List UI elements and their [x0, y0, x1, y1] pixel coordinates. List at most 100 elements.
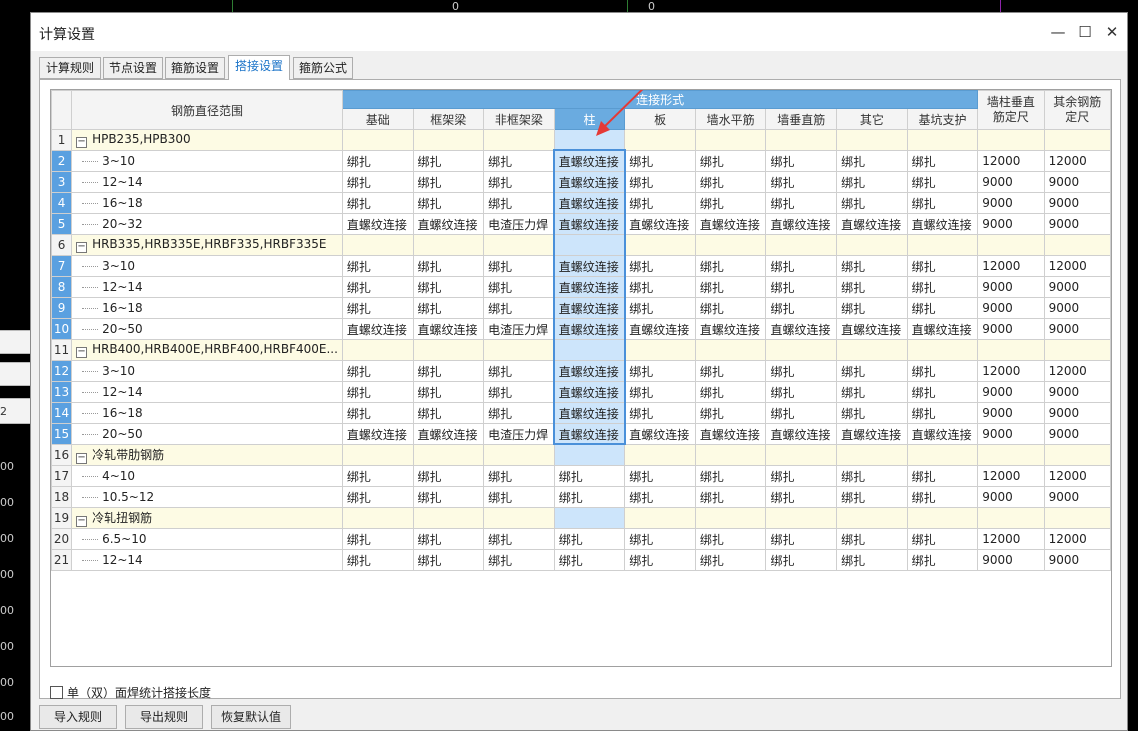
group-row[interactable]: 11− HRB400,HRB400E,HRBF400,HRBF400E...	[51, 339, 1111, 361]
connection-cell[interactable]: 绑扎	[412, 192, 485, 214]
connection-cell[interactable]	[906, 507, 979, 529]
connection-cell[interactable]	[412, 507, 485, 529]
header-column[interactable]: 柱	[553, 108, 626, 130]
connection-cell[interactable]: 9000	[1043, 318, 1111, 340]
connection-cell[interactable]: 直螺纹连接	[553, 192, 626, 214]
connection-cell[interactable]: 绑扎	[694, 192, 767, 214]
connection-cell[interactable]	[977, 129, 1045, 151]
header-column[interactable]: 墙水平筋	[694, 108, 767, 130]
connection-cell[interactable]: 直螺纹连接	[341, 318, 414, 340]
diameter-range-cell[interactable]: 3~10	[71, 255, 343, 277]
connection-cell[interactable]: 绑扎	[694, 528, 767, 550]
table-row[interactable]: 12 3~10 绑扎 绑扎 绑扎 直螺纹连接 绑扎 绑扎 绑扎 绑扎 绑扎 12000 12000	[51, 360, 1111, 382]
connection-cell[interactable]: 电渣压力焊	[483, 423, 555, 445]
connection-cell[interactable]: 绑扎	[906, 171, 979, 193]
connection-cell[interactable]: 直螺纹连接	[836, 318, 908, 340]
connection-cell[interactable]: 9000	[977, 192, 1045, 214]
close-button[interactable]: ✕	[1101, 21, 1123, 43]
connection-cell[interactable]	[341, 234, 414, 256]
connection-cell[interactable]: 绑扎	[624, 528, 696, 550]
row-number[interactable]: 10	[51, 318, 73, 340]
restore-defaults-button[interactable]: 恢复默认值	[211, 705, 291, 729]
connection-cell[interactable]	[694, 507, 767, 529]
group-row[interactable]: 1− HPB235,HPB300	[51, 129, 1111, 151]
connection-cell[interactable]: 直螺纹连接	[553, 318, 626, 340]
connection-cell[interactable]: 绑扎	[906, 150, 979, 172]
connection-cell[interactable]: 绑扎	[341, 465, 414, 487]
connection-cell[interactable]: 绑扎	[765, 465, 838, 487]
connection-cell[interactable]	[694, 339, 767, 361]
connection-cell[interactable]: 绑扎	[906, 255, 979, 277]
connection-cell[interactable]: 绑扎	[483, 297, 555, 319]
connection-cell[interactable]: 9000	[1043, 276, 1111, 298]
connection-cell[interactable]: 绑扎	[765, 486, 838, 508]
connection-cell[interactable]: 12000	[977, 360, 1045, 382]
connection-cell[interactable]: 绑扎	[341, 486, 414, 508]
connection-cell[interactable]	[1043, 444, 1111, 466]
connection-cell[interactable]: 绑扎	[483, 465, 555, 487]
connection-cell[interactable]: 绑扎	[341, 360, 414, 382]
connection-cell[interactable]	[765, 234, 838, 256]
connection-cell[interactable]	[341, 444, 414, 466]
connection-cell[interactable]	[483, 339, 555, 361]
row-number[interactable]: 9	[51, 297, 73, 319]
connection-cell[interactable]	[553, 339, 626, 361]
connection-cell[interactable]: 绑扎	[906, 528, 979, 550]
connection-cell[interactable]: 绑扎	[765, 402, 838, 424]
connection-cell[interactable]: 直螺纹连接	[624, 213, 696, 235]
row-number[interactable]: 21	[51, 549, 73, 571]
connection-cell[interactable]: 直螺纹连接	[412, 423, 485, 445]
connection-cell[interactable]: 绑扎	[694, 150, 767, 172]
connection-cell[interactable]: 绑扎	[906, 402, 979, 424]
connection-cell[interactable]	[483, 444, 555, 466]
connection-cell[interactable]: 直螺纹连接	[624, 318, 696, 340]
connection-cell[interactable]	[341, 129, 414, 151]
connection-cell[interactable]: 绑扎	[765, 150, 838, 172]
export-rules-button[interactable]: 导出规则	[125, 705, 203, 729]
connection-cell[interactable]: 绑扎	[341, 297, 414, 319]
diameter-range-cell[interactable]: 4~10	[71, 465, 343, 487]
connection-cell[interactable]	[624, 129, 696, 151]
connection-cell[interactable]: 绑扎	[906, 486, 979, 508]
connection-cell[interactable]: 绑扎	[906, 549, 979, 571]
table-row[interactable]: 10 20~50 直螺纹连接 直螺纹连接 电渣压力焊 直螺纹连接 直螺纹连接 直螺纹连接 直螺纹…	[51, 318, 1111, 340]
header-column[interactable]: 其它	[836, 108, 908, 130]
connection-cell[interactable]: 9000	[977, 276, 1045, 298]
connection-cell[interactable]: 直螺纹连接	[694, 213, 767, 235]
connection-cell[interactable]: 绑扎	[412, 276, 485, 298]
diameter-range-cell[interactable]: 16~18	[71, 297, 343, 319]
connection-cell[interactable]: 绑扎	[483, 150, 555, 172]
connection-cell[interactable]: 绑扎	[412, 528, 485, 550]
connection-cell[interactable]: 绑扎	[624, 486, 696, 508]
connection-cell[interactable]: 绑扎	[836, 549, 908, 571]
connection-cell[interactable]: 绑扎	[836, 465, 908, 487]
connection-cell[interactable]: 绑扎	[694, 381, 767, 403]
connection-cell[interactable]	[553, 234, 626, 256]
connection-cell[interactable]: 9000	[977, 549, 1045, 571]
connection-cell[interactable]: 绑扎	[765, 528, 838, 550]
diameter-range-cell[interactable]: 20~32	[71, 213, 343, 235]
connection-cell[interactable]: 绑扎	[341, 192, 414, 214]
connection-cell[interactable]: 直螺纹连接	[553, 213, 626, 235]
connection-cell[interactable]: 9000	[977, 402, 1045, 424]
connection-cell[interactable]: 绑扎	[624, 402, 696, 424]
row-number[interactable]: 17	[51, 465, 73, 487]
row-number[interactable]: 13	[51, 381, 73, 403]
connection-cell[interactable]: 绑扎	[483, 360, 555, 382]
connection-cell[interactable]: 绑扎	[553, 528, 626, 550]
connection-cell[interactable]: 绑扎	[341, 171, 414, 193]
connection-cell[interactable]: 直螺纹连接	[341, 213, 414, 235]
group-label-cell[interactable]: − HPB235,HPB300	[71, 129, 343, 151]
connection-cell[interactable]	[553, 129, 626, 151]
connection-cell[interactable]: 直螺纹连接	[906, 213, 979, 235]
table-row[interactable]: 3 12~14 绑扎 绑扎 绑扎 直螺纹连接 绑扎 绑扎 绑扎 绑扎 绑扎 9000 9000	[51, 171, 1111, 193]
connection-cell[interactable]: 绑扎	[694, 276, 767, 298]
connection-cell[interactable]: 直螺纹连接	[624, 423, 696, 445]
connection-cell[interactable]: 绑扎	[694, 297, 767, 319]
connection-cell[interactable]: 绑扎	[341, 381, 414, 403]
connection-cell[interactable]: 直螺纹连接	[694, 318, 767, 340]
connection-cell[interactable]	[483, 507, 555, 529]
connection-cell[interactable]: 绑扎	[694, 171, 767, 193]
connection-cell[interactable]: 12000	[1043, 360, 1111, 382]
connection-cell[interactable]: 绑扎	[694, 255, 767, 277]
